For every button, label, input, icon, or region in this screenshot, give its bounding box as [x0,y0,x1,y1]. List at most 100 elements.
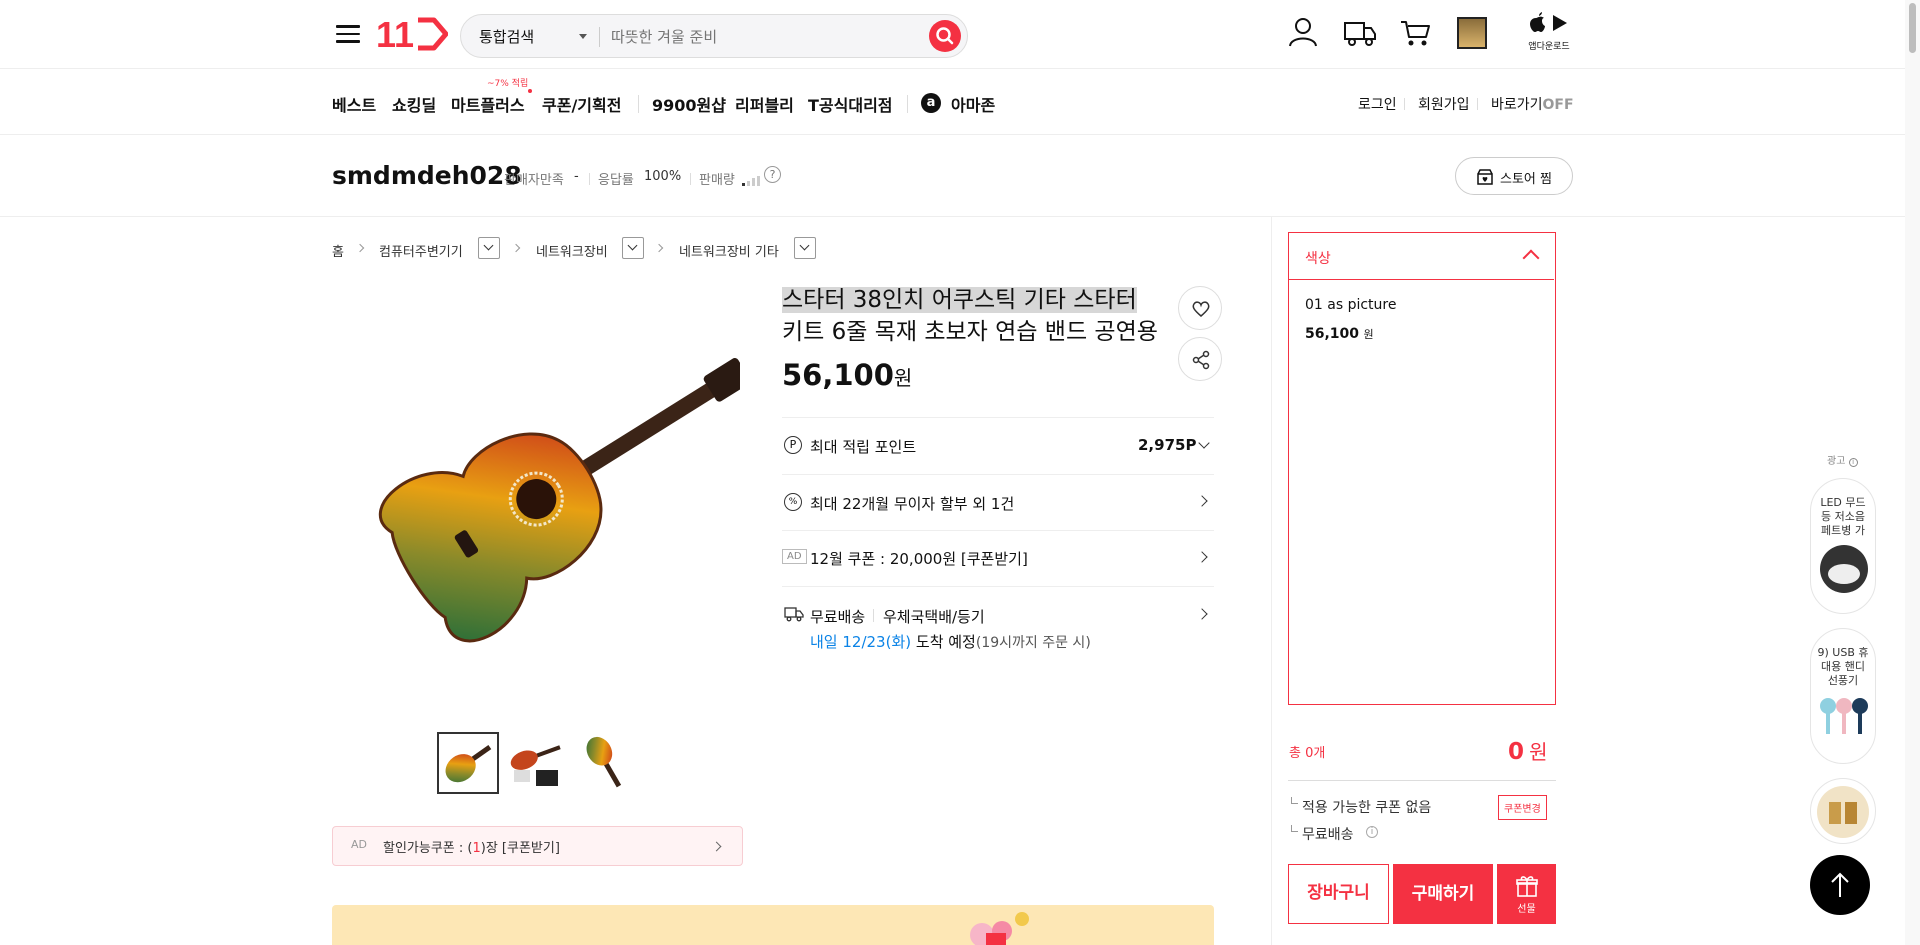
store-follow-button[interactable]: 스토어 찜 [1455,157,1573,195]
page-scrollbar[interactable] [1905,0,1920,945]
side-ad-3[interactable] [1810,778,1876,844]
gift-icon [1515,876,1538,897]
signup-link[interactable]: 회원가입 [1418,94,1470,114]
store-name[interactable]: smdmdeh028 [332,161,522,190]
option-header[interactable]: 색상 [1289,233,1554,280]
product-main-image[interactable] [340,330,751,680]
option-panel: 색상 01 as picture 56,100 원 [1288,232,1556,705]
nav-item-9900[interactable]: 9900원샵 [652,92,726,116]
menu-icon[interactable] [336,20,360,48]
delivery-truck-icon[interactable] [1343,18,1377,48]
store-follow-label: 스토어 찜 [1500,172,1552,187]
food-product-image [1817,786,1869,838]
nav-item-coupon[interactable]: 쿠폰/기획전 [542,92,621,116]
option-header-label: 색상 [1305,251,1331,267]
help-icon[interactable]: ? [764,166,781,183]
scrollbar-thumb[interactable] [1909,3,1916,53]
promo-banner[interactable] [332,905,1214,945]
nav-item-amazon[interactable]: 아마존 [951,92,995,116]
breadcrumb-dropdown-3[interactable] [794,237,816,259]
search-button[interactable] [929,20,961,52]
tree-line-icon [1291,797,1298,804]
breadcrumb-sep-icon [654,243,664,253]
satisfaction-value: - [574,169,579,184]
nav-item-t-official[interactable]: T공식대리점 [808,92,893,116]
percent-icon: % [784,493,802,511]
coupon-row[interactable]: AD 12월 쿠폰 : 20,000원 [쿠폰받기] [782,531,1214,586]
option-name: 01 as picture [1305,297,1397,313]
arrow-up-icon [1831,872,1849,897]
side-ad-1[interactable]: LED 무드등 저소음 페트병 가 [1810,478,1876,614]
chevron-right-icon [1196,551,1208,563]
total-unit: 원 [1529,740,1548,764]
app-download-link[interactable]: 앱다운로드 [1518,12,1580,52]
gift-button[interactable]: 선물 [1497,864,1556,924]
mood-lamp-image [1820,545,1868,593]
user-icon[interactable] [1288,16,1318,48]
option-item[interactable]: 01 as picture 56,100 원 [1305,297,1545,347]
buy-button[interactable]: 구매하기 [1393,864,1493,924]
gift-label: 선물 [1517,904,1536,915]
nav-item-refurbly[interactable]: 리퍼블리 [735,92,794,116]
store-divider [589,173,590,185]
login-link[interactable]: 로그인 [1358,94,1397,114]
sales-label: 판매량 [699,173,735,188]
free-shipping-label: 무료배송 [1302,827,1354,843]
coupon-change-button[interactable]: 쿠폰변경 [1498,795,1547,820]
shortcut-toggle[interactable]: 바로가기OFF [1491,94,1574,114]
top-header: 11 통합검색 앱다운로드 [0,0,1920,69]
mart-badge: ~7% 적립 [487,79,529,89]
thumbnail-1[interactable] [437,732,499,794]
search-bar: 통합검색 [460,14,968,58]
coupon-none-text: 적용 가능한 쿠폰 없음 [1302,800,1432,816]
free-shipping-text: 무료배송 [810,608,866,626]
discount-coupon-banner[interactable]: AD 할인가능쿠폰 : (1)장 [쿠폰받기] [332,826,743,866]
chevron-down-icon [799,240,810,251]
wishlist-button[interactable] [1178,286,1222,330]
info-icon[interactable]: i [1848,458,1858,467]
chevron-right-icon [1196,495,1208,507]
scroll-top-button[interactable] [1810,855,1870,915]
breadcrumb-category-3[interactable]: 네트워크장비 기타 [679,241,779,260]
points-row[interactable]: P 최대 적립 포인트 2,975P [782,418,1214,474]
breadcrumb-dropdown-1[interactable] [478,237,500,259]
points-value: 2,975P [1138,436,1197,454]
thumbnail-2[interactable] [506,732,568,794]
delivery-text: 도착 예정 [915,633,976,651]
response-label: 응답률 [598,173,634,188]
site-logo[interactable]: 11 [376,14,449,55]
info-icon[interactable]: i [1366,826,1378,838]
breadcrumb-category-2[interactable]: 네트워크장비 [536,241,608,260]
side-ad-2[interactable]: 9) USB 휴대용 핸디 선풍기 [1810,628,1876,764]
nav-item-best[interactable]: 베스트 [332,92,376,116]
coupon-text: 12월 쿠폰 : 20,000원 [쿠폰받기] [810,550,1028,568]
delivery-date: 내일 12/23(화) [810,633,912,651]
nav-item-shockingdeal[interactable]: 쇼킹딜 [392,92,436,116]
breadcrumb-category-1[interactable]: 컴퓨터주변기기 [379,241,463,260]
points-label: 최대 적립 포인트 [810,438,917,456]
coupon-suffix: )장 [쿠폰받기] [480,841,560,856]
logo-text: 11 [376,14,414,54]
store-divider [690,173,691,185]
handy-fan-image [1820,698,1868,734]
share-button[interactable] [1178,337,1222,381]
shipping-row[interactable]: 무료배송 우체국택배/등기 내일 12/23(화) 도착 예정(19시까지 주문… [782,587,1214,657]
app-download-label: 앱다운로드 [1528,42,1570,52]
installment-row[interactable]: % 최대 22개월 무이자 할부 외 1건 [782,475,1214,530]
cart-icon[interactable] [1399,18,1431,48]
breadcrumb-home[interactable]: 홈 [332,241,344,260]
ad-tag: AD [351,838,367,851]
search-input[interactable] [611,23,911,51]
point-icon: P [784,436,802,454]
recent-view-thumbnail[interactable] [1457,17,1487,49]
side-ad-1-text: LED 무드등 저소음 페트병 가 [1820,496,1866,537]
shortcut-state: OFF [1542,97,1574,113]
breadcrumb-dropdown-2[interactable] [622,237,644,259]
cart-button[interactable]: 장바구니 [1288,864,1389,924]
nav-divider [907,95,908,113]
search-scope-select[interactable]: 통합검색 [479,26,534,47]
thumbnail-3[interactable] [574,732,636,794]
nav-item-martplus[interactable]: 마트플러스 [451,92,525,116]
scope-dropdown-icon[interactable] [579,34,587,39]
panel-divider [1288,780,1556,781]
